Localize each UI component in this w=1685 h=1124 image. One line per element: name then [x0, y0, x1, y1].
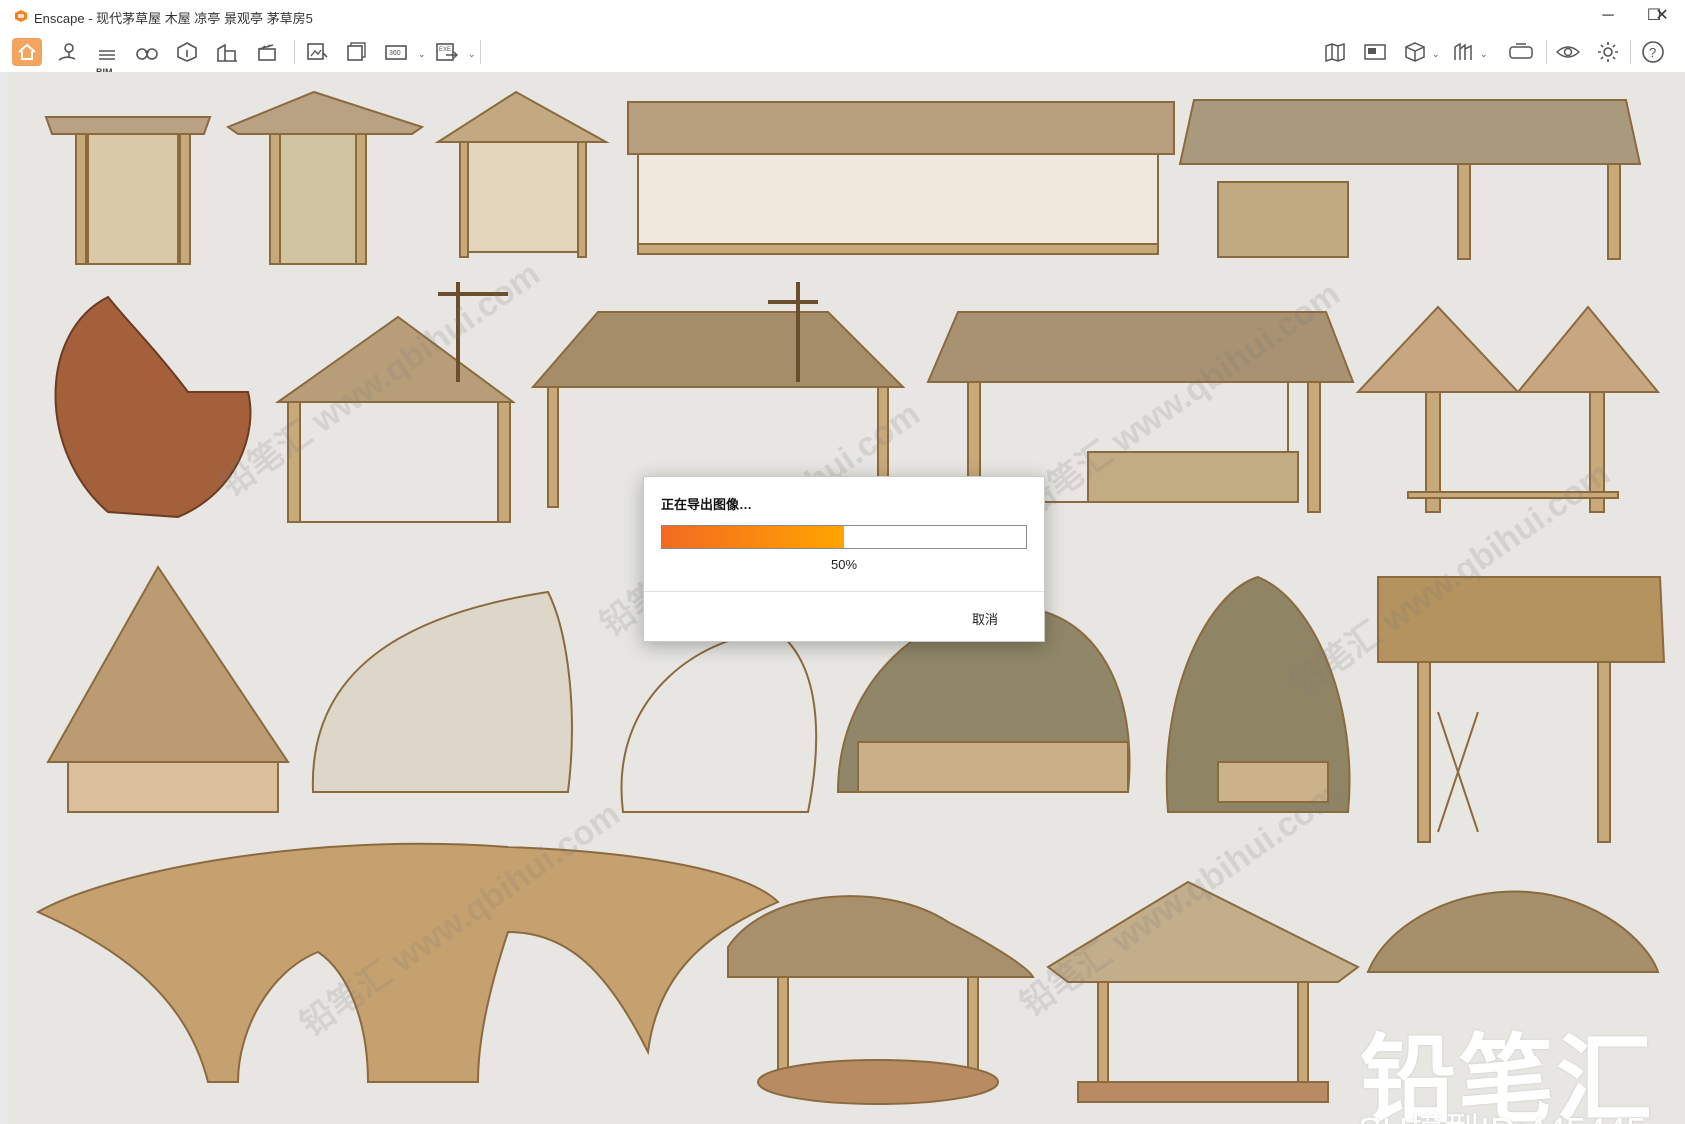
thatched-kiosk-1: [44, 116, 212, 265]
help-button[interactable]: ?: [1638, 38, 1668, 66]
progress-percent-label: 50%: [830, 557, 858, 572]
location-pin-button[interactable]: [52, 38, 82, 66]
a-frame-thatched-house: [46, 565, 290, 813]
binoculars-button[interactable]: [132, 38, 162, 66]
panorama-360-button[interactable]: 360: [382, 38, 412, 66]
screenshot-button[interactable]: [1360, 38, 1390, 66]
thatched-kiosk-2: [225, 90, 425, 265]
svg-text:EXE: EXE: [439, 47, 451, 53]
asset-library-icon: [1454, 42, 1472, 60]
cube-view-dropdown-caret-icon[interactable]: ⌄: [1432, 50, 1440, 59]
export-progress-bar: [661, 525, 1027, 549]
model-id-label: SU模型ID:445445: [1358, 1102, 1646, 1124]
cube-outline-button[interactable]: [172, 38, 202, 66]
export-exe-icon: EXE: [436, 43, 458, 61]
export-exe-button[interactable]: EXE: [432, 38, 462, 66]
capture-image-icon: [307, 43, 328, 60]
enscape-window: Enscape - 现代茅草屋 木屋 凉亭 景观亭 茅草房5 ─ ☐ ✕ BIM: [0, 0, 1685, 1124]
map-icon: [1325, 42, 1345, 63]
screenshot-icon: [1364, 44, 1386, 60]
minimize-button[interactable]: ─: [1585, 0, 1631, 32]
buildings-button[interactable]: [212, 38, 242, 66]
visibility-button[interactable]: [1553, 38, 1583, 66]
capture-image-button[interactable]: [302, 38, 332, 66]
svg-text:360: 360: [389, 50, 401, 57]
cancel-button[interactable]: 取消: [972, 609, 998, 628]
panorama-360-icon: 360: [385, 45, 407, 60]
clapperboard-button[interactable]: [252, 38, 282, 66]
thatched-gazebo-small: [434, 90, 610, 258]
round-thatched-umbrella: [1366, 890, 1660, 973]
batch-render-icon: [347, 42, 366, 61]
location-pin-icon: [58, 43, 76, 61]
toolbar-separator: [1546, 40, 1547, 64]
window-title: Enscape - 现代茅草屋 木屋 凉亭 景观亭 茅草房5: [34, 11, 313, 26]
asset-library-dropdown-caret-icon[interactable]: ⌄: [1480, 50, 1488, 59]
toolbar-separator: [1630, 40, 1631, 64]
settings-button[interactable]: [1593, 38, 1623, 66]
bim-button[interactable]: [92, 38, 122, 66]
panorama-dropdown-caret-icon[interactable]: ⌄: [418, 50, 426, 59]
cube-outline-icon: [177, 42, 197, 62]
visibility-eye-icon: [1555, 46, 1581, 58]
toolbar-separator: [480, 40, 481, 64]
home-icon: [18, 43, 36, 60]
title-bar: Enscape - 现代茅草屋 木屋 凉亭 景观亭 茅草房5 ─ ☐ ✕: [0, 0, 1685, 32]
binoculars-icon: [136, 48, 158, 60]
bamboo-arch-swing: [620, 630, 818, 813]
export-dropdown-caret-icon[interactable]: ⌄: [468, 50, 476, 59]
bamboo-arch-canopy: [311, 590, 573, 793]
buildings-icon: [217, 43, 237, 62]
export-progress-dialog: 正在导出图像… 50% 取消: [643, 476, 1045, 642]
home-button[interactable]: [12, 38, 42, 66]
dialog-divider: [644, 591, 1044, 592]
vr-headset-button[interactable]: [1506, 38, 1536, 66]
round-thatched-gazebo: [727, 895, 1035, 1105]
left-edge-strip: [0, 72, 8, 1124]
svg-text:?: ?: [1649, 45, 1656, 60]
vr-headset-icon: [1509, 43, 1533, 59]
progress-fill: [662, 526, 844, 548]
cube-view-button[interactable]: [1400, 38, 1430, 66]
map-button[interactable]: [1320, 38, 1350, 66]
cube-view-icon: [1405, 42, 1425, 62]
long-pavilion: [627, 101, 1175, 255]
bim-list-icon: [99, 50, 115, 60]
toolbar-separator: [294, 40, 295, 64]
hip-roof-gazebo: [1046, 880, 1360, 1103]
close-button[interactable]: ✕: [1639, 0, 1685, 32]
thatched-bar-pavilion: [1178, 99, 1642, 260]
clapperboard-icon: [258, 44, 276, 61]
settings-gear-icon: [1598, 42, 1618, 62]
help-icon: ?: [1642, 41, 1664, 63]
enscape-logo-icon: [15, 10, 27, 22]
asset-library-button[interactable]: [1448, 38, 1478, 66]
toolbar: BIM 360 ⌄ EXE ⌄: [0, 32, 1685, 95]
dialog-title: 正在导出图像…: [661, 497, 753, 512]
batch-render-button[interactable]: [342, 38, 372, 66]
